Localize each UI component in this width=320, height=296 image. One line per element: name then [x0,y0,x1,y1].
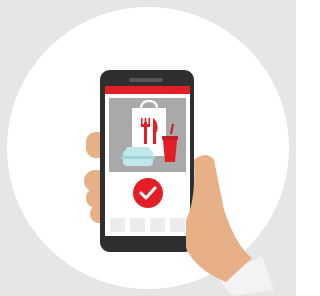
grid-cell[interactable] [130,218,145,232]
confirm-button[interactable] [133,178,163,208]
illustration [0,0,296,296]
grid-cell[interactable] [170,218,185,232]
takeaway-box-icon [121,147,155,166]
status-bar [105,86,190,94]
grid-cell[interactable] [150,218,165,232]
phone-speaker [129,78,163,82]
grid-cell[interactable] [110,218,125,232]
